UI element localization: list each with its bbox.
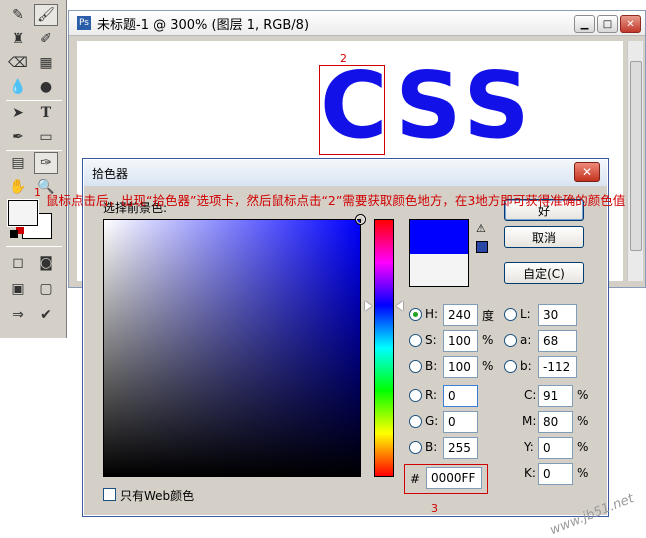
vertical-scrollbar[interactable] <box>627 41 643 281</box>
color-field[interactable] <box>103 214 366 477</box>
unit-b: % <box>482 359 494 373</box>
input-b[interactable]: 100 <box>443 356 478 378</box>
screen-mode-standard-icon[interactable]: ▣ <box>6 278 30 300</box>
input-m[interactable]: 80 <box>538 411 573 433</box>
input-r[interactable]: 0 <box>443 385 478 407</box>
label-m: M: <box>522 414 537 428</box>
annotation-box-2 <box>319 65 385 155</box>
radio-b[interactable] <box>409 360 422 373</box>
label-k: K: <box>524 466 536 480</box>
input-s[interactable]: 100 <box>443 330 478 352</box>
annotation-marker-3: 3 <box>431 502 438 515</box>
annotation-note: 鼠标点击后，出现“拾色器”选项卡，然后鼠标点击“2”需要获取颜色地方，在3地方即… <box>46 193 626 208</box>
label-b: B: <box>425 359 438 373</box>
new-color-swatch <box>410 220 468 254</box>
input-h[interactable]: 240 <box>443 304 478 326</box>
minimize-button[interactable]: ▁ <box>574 15 595 33</box>
cancel-button[interactable]: 取消 <box>504 226 584 248</box>
hue-slider-left-arrow-icon[interactable] <box>365 301 372 311</box>
label-a: a: <box>520 333 532 347</box>
foreground-color-swatch[interactable] <box>7 199 39 227</box>
input-l[interactable]: 30 <box>538 304 577 326</box>
web-only-label: 只有Web颜色 <box>120 489 195 503</box>
hex-input[interactable]: 0000FF <box>426 467 482 489</box>
hand-tool-icon[interactable]: ✋ <box>6 176 30 198</box>
hue-slider[interactable] <box>374 219 394 477</box>
unit-m: % <box>577 414 589 428</box>
tools-palette: ✎ 🖌 ♜ ✐ ⌫ ▦ 💧 ● ➤ T ✒ ▭ ▤ ✑ ✋ 🔍 ◻ ◙ ▣ ▢ <box>0 0 67 338</box>
radio-h[interactable] <box>409 308 422 321</box>
stamp-tool-icon[interactable]: ♜ <box>6 28 30 50</box>
unit-y: % <box>577 440 589 454</box>
pen-tool-icon[interactable]: ✒ <box>6 126 30 148</box>
label-c: C: <box>524 388 537 402</box>
default-colors-icon[interactable] <box>10 230 18 238</box>
radio-g[interactable] <box>409 415 422 428</box>
color-preview <box>409 219 469 287</box>
photoshop-doc-icon: Ps <box>77 16 91 30</box>
input-y[interactable]: 0 <box>538 437 573 459</box>
document-title: 未标题-1 @ 300% (图层 1, RGB/8) <box>97 17 310 33</box>
dialog-title: 拾色器 <box>92 166 129 181</box>
blur-tool-icon[interactable]: 💧 <box>6 76 30 98</box>
hue-slider-right-arrow-icon[interactable] <box>396 301 403 311</box>
web-safe-swatch[interactable] <box>476 241 488 253</box>
web-only-checkbox[interactable] <box>103 488 116 501</box>
annotation-marker-2: 2 <box>340 52 347 65</box>
current-color-swatch[interactable] <box>410 254 468 286</box>
label-rgb-b: B: <box>425 440 438 454</box>
pencil-tool-icon[interactable]: ✎ <box>6 4 30 26</box>
close-button[interactable]: ✕ <box>620 15 641 33</box>
color-field-cursor[interactable] <box>355 214 366 225</box>
input-g[interactable]: 0 <box>443 411 478 433</box>
eyedropper-tool-icon[interactable]: ✑ <box>34 152 58 174</box>
radio-r[interactable] <box>409 389 422 402</box>
jump-to-imageready-icon[interactable]: ⇒ <box>6 304 30 326</box>
radio-l[interactable] <box>504 308 517 321</box>
hex-label: # <box>410 472 421 486</box>
gradient-tool-icon[interactable]: ▦ <box>34 52 58 74</box>
radio-rgb-b[interactable] <box>409 441 422 454</box>
label-s: S: <box>425 333 437 347</box>
input-k[interactable]: 0 <box>538 463 573 485</box>
scrollbar-thumb[interactable] <box>630 61 642 251</box>
eraser-tool-icon[interactable]: ⌫ <box>6 52 30 74</box>
type-tool-icon[interactable]: T <box>34 102 58 124</box>
radio-s[interactable] <box>409 334 422 347</box>
dialog-titlebar[interactable]: 拾色器 <box>84 160 607 186</box>
dialog-close-icon[interactable]: ✕ <box>574 162 600 182</box>
brush-tool-icon[interactable]: 🖌 <box>34 4 58 26</box>
radio-lab-b[interactable] <box>504 360 517 373</box>
unit-c: % <box>577 388 589 402</box>
annotation-marker-1: 1 <box>34 186 41 199</box>
label-g: G: <box>425 414 439 428</box>
label-y: Y: <box>524 440 534 454</box>
unit-k: % <box>577 466 589 480</box>
quickmask-mode-icon[interactable]: ◙ <box>34 252 58 274</box>
history-brush-icon[interactable]: ✐ <box>34 28 58 50</box>
radio-a[interactable] <box>504 334 517 347</box>
notes-tool-icon[interactable]: ▤ <box>6 152 30 174</box>
label-r: R: <box>425 388 438 402</box>
document-titlebar[interactable]: Ps 未标题-1 @ 300% (图层 1, RGB/8) <box>69 11 645 36</box>
standard-mode-icon[interactable]: ◻ <box>6 252 30 274</box>
path-select-icon[interactable]: ➤ <box>6 102 30 124</box>
unit-h: 度 <box>482 309 495 323</box>
input-a[interactable]: 68 <box>538 330 577 352</box>
edit-in-imageready-icon[interactable]: ✔ <box>34 304 58 326</box>
color-picker-dialog: 拾色器 ✕ 选择前景色: ⚠ 好 取消 自定(C) H: 240 度 S: 10… <box>82 158 609 517</box>
label-h: H: <box>425 307 439 321</box>
unit-s: % <box>482 333 494 347</box>
screen-mode-full-icon[interactable]: ▢ <box>34 278 58 300</box>
input-c[interactable]: 91 <box>538 385 573 407</box>
label-lab-b: b: <box>520 359 532 373</box>
maximize-button[interactable]: □ <box>597 15 618 33</box>
dodge-tool-icon[interactable]: ● <box>34 76 58 98</box>
input-lab-b[interactable]: -112 <box>538 356 577 378</box>
rectangle-tool-icon[interactable]: ▭ <box>34 126 58 148</box>
label-l: L: <box>520 307 531 321</box>
custom-button[interactable]: 自定(C) <box>504 262 584 284</box>
gamut-warning-icon[interactable]: ⚠ <box>476 222 486 235</box>
input-rgb-b[interactable]: 255 <box>443 437 478 459</box>
